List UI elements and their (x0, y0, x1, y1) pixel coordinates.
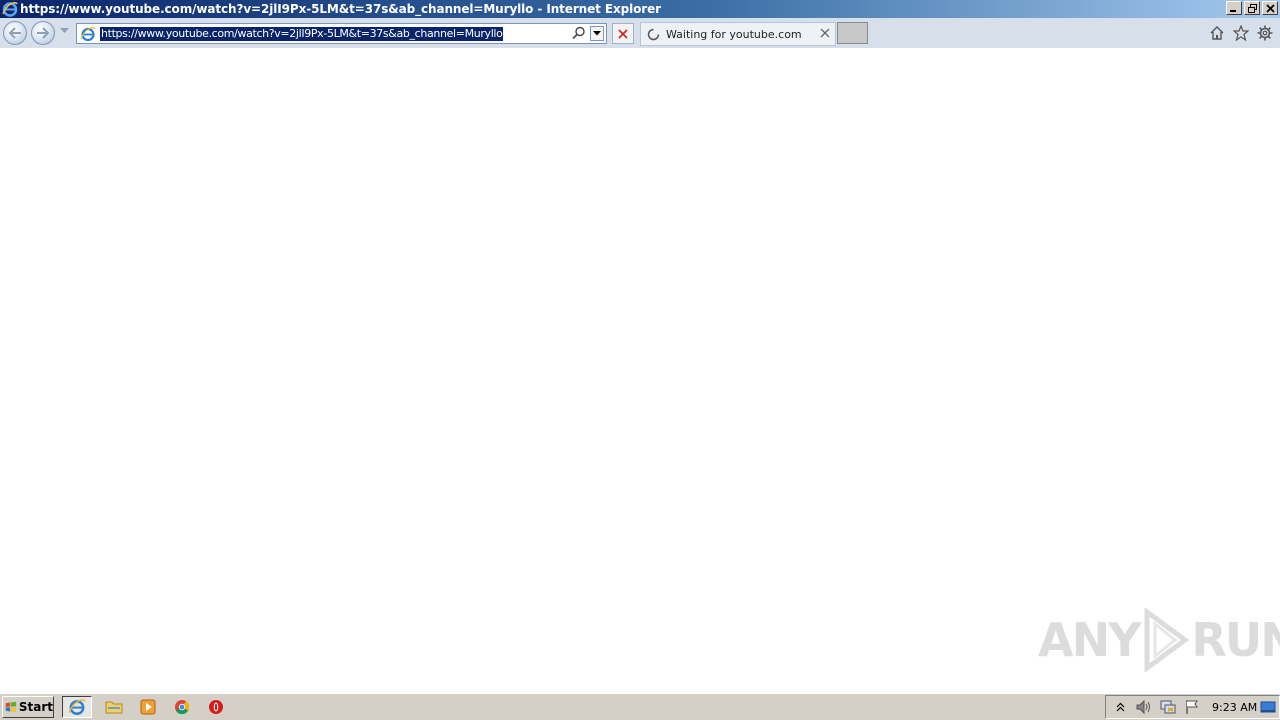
tools-button[interactable] (1256, 24, 1274, 42)
speaker-icon (1136, 699, 1150, 715)
start-label: Start (18, 700, 53, 714)
start-button[interactable]: Start (2, 696, 54, 718)
address-url-text[interactable]: https://www.youtube.com/watch?v=2jlI9Px-… (100, 26, 504, 41)
page-ie-icon (80, 26, 96, 41)
restore-button[interactable] (1244, 1, 1260, 15)
action-center-button[interactable] (1182, 697, 1202, 717)
home-icon (1210, 26, 1224, 40)
stop-x-icon (618, 28, 628, 39)
loading-spinner-icon (647, 28, 660, 40)
windows-logo-icon (5, 701, 17, 713)
taskbar: Start 9:23 AM (0, 693, 1280, 720)
taskbar-file-explorer[interactable] (102, 696, 126, 718)
show-hidden-icons-button[interactable] (1110, 697, 1130, 717)
title-bar: https://www.youtube.com/watch?v=2jlI9Px-… (0, 0, 1280, 18)
watermark-right-text: RUN (1191, 613, 1280, 667)
media-player-icon (140, 699, 156, 715)
play-logo-icon (1144, 608, 1190, 672)
minimize-icon (1230, 10, 1236, 12)
chevron-down-icon (593, 31, 601, 36)
new-tab-button[interactable] (837, 22, 868, 44)
taskbar-apps (62, 696, 228, 718)
taskbar-chrome[interactable] (170, 696, 194, 718)
gear-icon (1257, 25, 1273, 41)
taskbar-opera[interactable] (204, 696, 228, 718)
close-icon (1265, 3, 1275, 13)
forward-arrow-icon (37, 27, 50, 39)
window-title: https://www.youtube.com/watch?v=2jlI9Px-… (20, 2, 661, 16)
navigation-bar: https://www.youtube.com/watch?v=2jlI9Px-… (0, 18, 1280, 48)
desktop-icon (1260, 701, 1276, 713)
home-button[interactable] (1208, 24, 1226, 42)
stop-button[interactable] (612, 23, 634, 44)
address-dropdown-button[interactable] (590, 26, 604, 41)
forward-button[interactable] (31, 21, 55, 45)
flag-icon (1186, 700, 1198, 714)
recent-pages-dropdown-icon[interactable] (60, 28, 69, 34)
back-arrow-icon (8, 27, 21, 39)
volume-button[interactable] (1134, 697, 1154, 717)
taskbar-media-player[interactable] (136, 696, 160, 718)
clock[interactable]: 9:23 AM (1212, 701, 1257, 714)
chrome-icon (175, 700, 190, 715)
browser-tab[interactable]: Waiting for youtube.com (640, 22, 836, 46)
network-icon (1160, 700, 1176, 714)
folder-icon (105, 701, 123, 714)
minimize-button[interactable] (1226, 1, 1242, 15)
chevron-up-icon (1116, 702, 1124, 712)
system-tray: 9:23 AM (1105, 695, 1280, 719)
page-content: ANY RUN (0, 48, 1280, 693)
network-button[interactable] (1158, 697, 1178, 717)
address-bar[interactable]: https://www.youtube.com/watch?v=2jlI9Px-… (76, 23, 607, 44)
star-icon (1233, 25, 1249, 41)
back-button[interactable] (3, 21, 27, 45)
taskbar-internet-explorer[interactable] (62, 696, 92, 718)
favorites-button[interactable] (1232, 24, 1250, 42)
watermark-left-text: ANY (1038, 613, 1141, 667)
restore-icon (1247, 3, 1257, 13)
internet-explorer-icon (2, 2, 18, 17)
tab-title: Waiting for youtube.com (666, 27, 802, 41)
tab-close-icon[interactable] (819, 27, 831, 39)
window-controls (1226, 1, 1278, 15)
internet-explorer-icon (68, 699, 86, 715)
show-desktop-button[interactable] (1260, 699, 1276, 715)
toolbar-icons (1208, 24, 1274, 42)
search-icon[interactable] (572, 26, 586, 40)
opera-icon (209, 700, 223, 714)
close-window-button[interactable] (1262, 1, 1278, 15)
anyrun-watermark: ANY RUN (1038, 608, 1280, 672)
